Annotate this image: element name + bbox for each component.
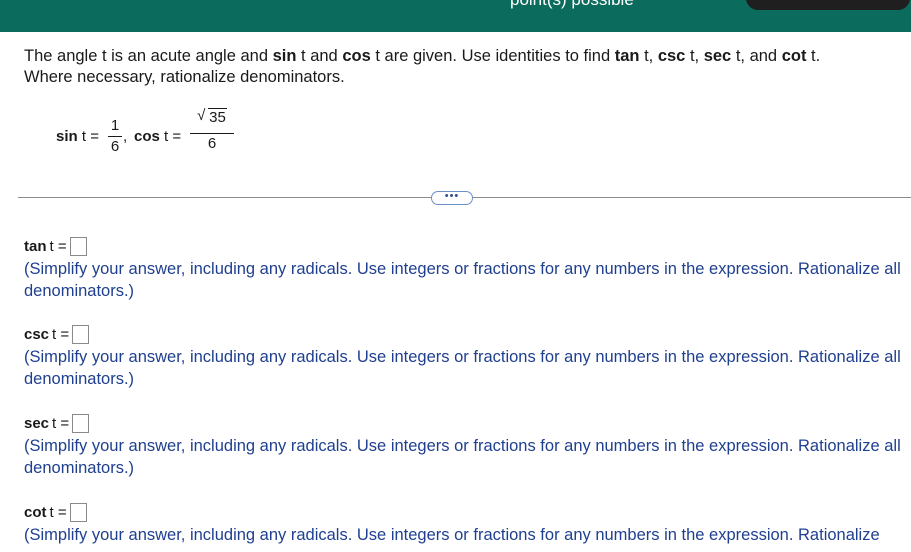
cos-denominator: 6 — [207, 135, 217, 152]
sin-denominator: 6 — [110, 138, 120, 155]
comma: , — [123, 128, 128, 145]
more-options-button[interactable]: ••• — [431, 191, 473, 205]
tan-hint: (Simplify your answer, including any rad… — [24, 260, 901, 300]
sec-label: sec — [24, 414, 50, 432]
cos-label: cos t = — [134, 128, 182, 145]
answer-csc: csc t = (Simplify your answer, including… — [24, 323, 911, 390]
sin-fraction: 1 6 — [108, 116, 122, 157]
sqrt-expression: √ 35 — [197, 107, 227, 128]
sin-numerator: 1 — [110, 117, 120, 134]
radical-icon: √ — [197, 107, 206, 124]
cot-hint: (Simplify your answer, including any rad… — [24, 526, 880, 544]
top-bar: point(s) possible — [0, 0, 911, 32]
csc-hint: (Simplify your answer, including any rad… — [24, 348, 901, 388]
cot-label: cot — [24, 503, 47, 521]
question-text: The angle t is an acute angle and sin t … — [24, 46, 884, 88]
points-possible-text: point(s) possible — [510, 0, 634, 10]
answer-tan: tan t = (Simplify your answer, including… — [24, 235, 911, 302]
sec-answer-input[interactable] — [72, 413, 90, 433]
cos-fraction: √ 35 6 — [190, 107, 234, 154]
answer-sec: sec t = (Simplify your answer, including… — [24, 412, 911, 479]
csc-label: csc — [24, 325, 50, 343]
sec-hint: (Simplify your answer, including any rad… — [24, 437, 901, 477]
tan-answer-input[interactable] — [69, 236, 87, 256]
answer-cot: cot t = (Simplify your answer, including… — [24, 501, 911, 546]
top-bar-button[interactable] — [746, 0, 910, 10]
csc-answer-input[interactable] — [72, 324, 90, 344]
sin-label: sin t = — [56, 128, 99, 145]
cos-numerator: 35 — [208, 108, 227, 126]
cot-answer-input[interactable] — [69, 502, 87, 522]
question-line-1: The angle t is an acute angle and sin t … — [24, 47, 821, 65]
tan-label: tan — [24, 237, 47, 255]
question-line-2: Where necessary, rationalize denominator… — [24, 68, 345, 86]
